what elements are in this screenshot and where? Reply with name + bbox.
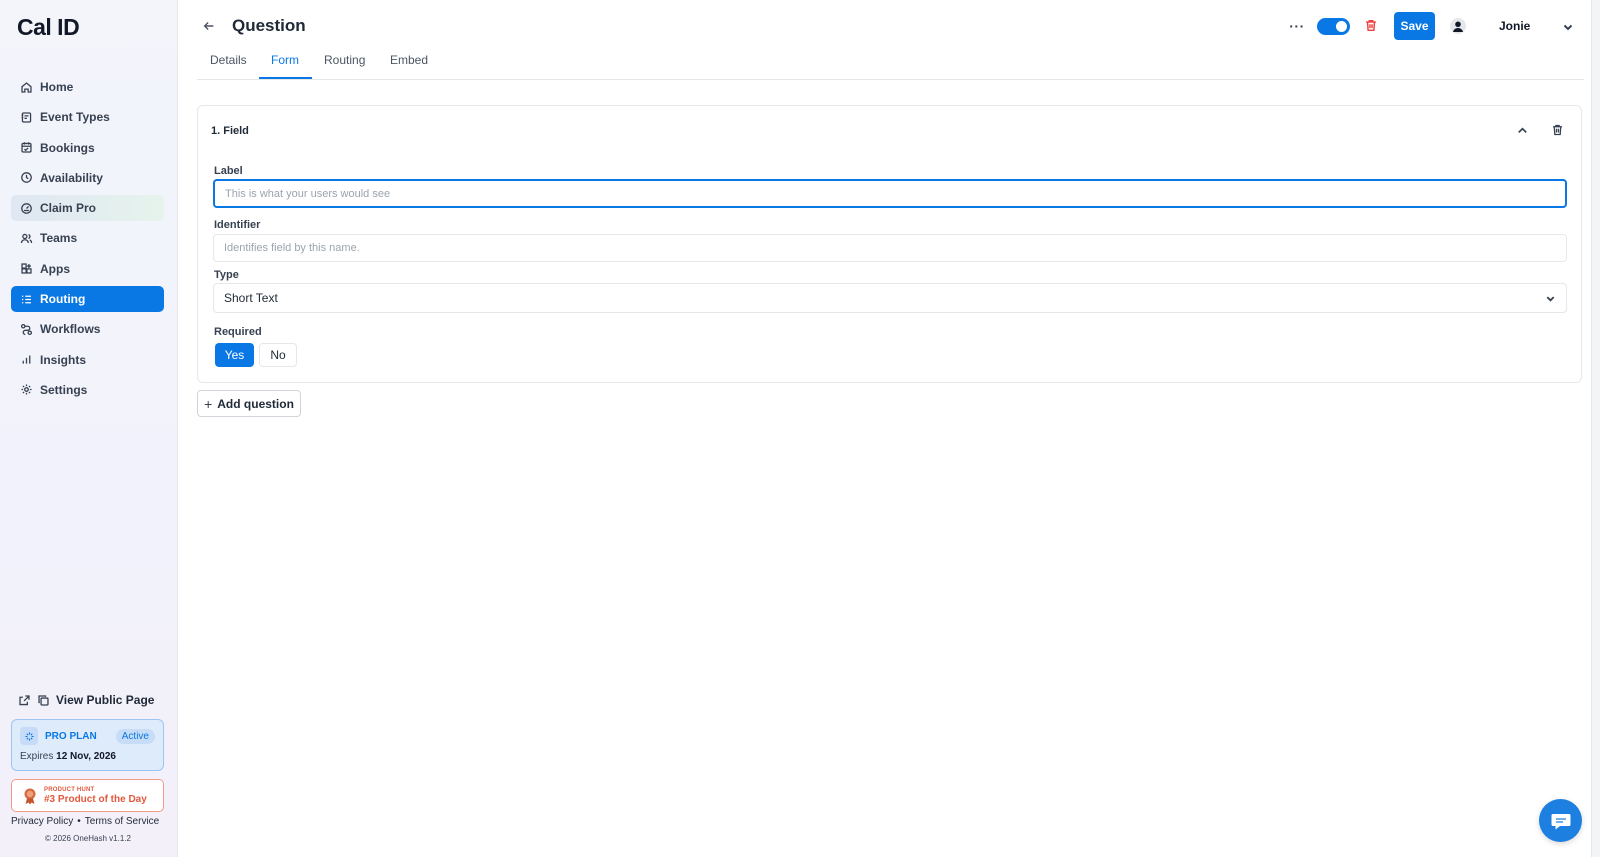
tab-form[interactable]: Form — [271, 53, 299, 78]
chat-support-button[interactable] — [1539, 799, 1582, 842]
sidebar-item-label: Settings — [40, 382, 88, 397]
enabled-toggle[interactable] — [1317, 18, 1350, 35]
plan-name: PRO PLAN — [45, 730, 97, 742]
tab-routing[interactable]: Routing — [324, 53, 365, 78]
plan-status-badge: Active — [115, 728, 155, 744]
sidebar-item-label: Home — [40, 80, 74, 94]
user-name[interactable]: Jonie — [1499, 19, 1530, 33]
sidebar-item-label: Apps — [40, 261, 70, 276]
routing-icon — [19, 292, 33, 306]
sidebar-item-label: Bookings — [40, 140, 95, 155]
gauge-icon — [19, 201, 33, 215]
toggle-knob — [1336, 21, 1347, 32]
label-field-label: Label — [214, 165, 243, 177]
users-icon — [19, 231, 33, 245]
sidebar-item-label: Teams — [40, 231, 78, 246]
identifier-input[interactable] — [213, 234, 1567, 262]
required-no-button[interactable]: No — [259, 343, 297, 367]
chat-bubble-icon — [1551, 813, 1570, 829]
sidebar-item-claim-pro[interactable]: Claim Pro — [11, 195, 164, 222]
type-field-label: Type — [214, 269, 239, 281]
sidebar-item-home[interactable]: Home — [11, 74, 164, 100]
plus-icon: + — [204, 395, 213, 412]
sparkle-icon — [20, 727, 38, 745]
chevron-down-icon — [1545, 293, 1556, 304]
type-select[interactable]: Short Text — [213, 283, 1567, 313]
add-question-label: Add question — [217, 396, 294, 411]
sidebar-item-label: Event Types — [40, 110, 110, 125]
tab-details[interactable]: Details — [210, 53, 247, 78]
field-card: 1. Field Label Identifier Type Short Tex… — [197, 105, 1582, 383]
avatar[interactable] — [1450, 18, 1466, 34]
plan-expiry-label: Expires — [20, 751, 54, 762]
delete-form-trash-icon[interactable] — [1364, 18, 1380, 34]
sidebar-item-event-types[interactable]: Event Types — [11, 104, 164, 130]
type-select-value: Short Text — [224, 291, 278, 305]
sidebar-item-bookings[interactable]: Bookings — [11, 135, 164, 161]
app-logo[interactable]: Cal ID — [17, 14, 80, 41]
clock-icon — [19, 171, 33, 185]
view-public-page-label: View Public Page — [56, 693, 155, 707]
sidebar-item-label: Insights — [40, 352, 87, 367]
chevron-up-icon[interactable] — [1516, 124, 1530, 138]
tab-embed[interactable]: Embed — [390, 53, 428, 78]
plan-card[interactable]: PRO PLAN Active Expires 12 Nov, 2026 — [11, 719, 164, 771]
medal-icon — [24, 788, 36, 804]
sidebar-item-routing[interactable]: Routing — [11, 286, 164, 313]
copyright: © 2026 OneHash v1.1.2 — [45, 834, 131, 843]
terms-of-service-link[interactable]: Terms of Service — [85, 816, 159, 827]
required-field-label: Required — [214, 326, 262, 338]
calendar-icon — [19, 141, 33, 155]
sidebar-item-label: Routing — [40, 292, 86, 307]
field-card-title: 1. Field — [211, 125, 249, 137]
save-button[interactable]: Save — [1394, 12, 1435, 40]
sidebar-item-workflows[interactable]: Workflows — [11, 316, 164, 342]
more-options-icon[interactable]: ··· — [1289, 18, 1305, 34]
copy-icon[interactable] — [37, 694, 50, 707]
label-input[interactable] — [213, 179, 1567, 208]
sidebar: Cal ID Home Event Types Bookings Availab… — [0, 0, 178, 857]
privacy-policy-link[interactable]: Privacy Policy — [11, 816, 73, 827]
delete-field-trash-icon[interactable] — [1551, 123, 1565, 138]
event-types-icon — [19, 110, 33, 124]
sidebar-item-insights[interactable]: Insights — [11, 347, 164, 373]
product-hunt-label: PRODUCT HUNT — [44, 786, 95, 793]
view-public-page-link[interactable]: View Public Page — [18, 693, 154, 707]
required-toggle-group: Yes No — [215, 343, 297, 367]
product-hunt-badge[interactable]: PRODUCT HUNT #3 Product of the Day — [11, 779, 164, 812]
sidebar-item-apps[interactable]: Apps — [11, 256, 164, 282]
product-hunt-award: #3 Product of the Day — [44, 793, 147, 805]
scrollbar[interactable] — [1591, 0, 1600, 857]
external-link-icon — [19, 694, 30, 705]
workflows-icon — [19, 322, 33, 336]
sidebar-item-label: Workflows — [40, 322, 101, 337]
sidebar-item-teams[interactable]: Teams — [11, 225, 164, 251]
tab-bar: Details Form Routing Embed — [197, 44, 1584, 80]
active-tab-indicator — [259, 77, 312, 79]
home-icon — [19, 80, 33, 94]
gear-icon — [19, 383, 33, 397]
add-question-button[interactable]: + Add question — [197, 390, 301, 417]
sidebar-item-label: Claim Pro — [40, 201, 97, 216]
footer-links: Privacy Policy • Terms of Service — [11, 816, 159, 827]
sidebar-nav: Home Event Types Bookings Availability C… — [11, 74, 164, 407]
sidebar-item-settings[interactable]: Settings — [11, 377, 164, 403]
apps-icon — [19, 262, 33, 276]
footer-separator: • — [77, 816, 81, 827]
bar-chart-icon — [19, 353, 33, 367]
plan-expiry-date: 12 Nov, 2026 — [56, 751, 116, 762]
required-yes-button[interactable]: Yes — [215, 343, 254, 367]
identifier-field-label: Identifier — [214, 219, 261, 231]
page-title: Question — [232, 16, 306, 35]
back-arrow-icon[interactable] — [202, 19, 216, 33]
chevron-down-icon[interactable] — [1562, 20, 1574, 32]
sidebar-item-availability[interactable]: Availability — [11, 165, 164, 191]
plan-expiry: Expires 12 Nov, 2026 — [12, 745, 163, 762]
sidebar-item-label: Availability — [40, 170, 103, 185]
